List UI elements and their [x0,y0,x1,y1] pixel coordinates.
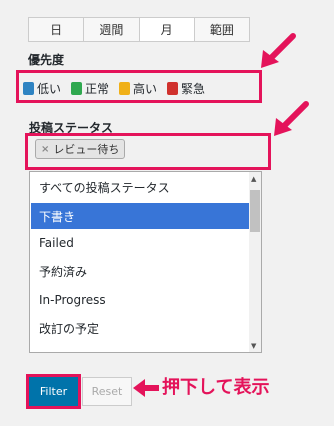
annotation-arrow-top [261,33,296,68]
status-token: × レビュー待ち [35,139,126,159]
list-item[interactable]: すべての投稿ステータス [31,174,250,200]
scroll-up-icon[interactable]: ▲ [251,175,256,183]
priority-option-urgent[interactable]: 緊急 [167,80,205,97]
priority-low-label: 低い [37,81,62,96]
filter-button[interactable]: Filter [29,377,78,406]
priority-label: 優先度 [28,53,65,67]
priority-normal-swatch [71,81,83,95]
tab-range[interactable]: 範囲 [194,17,250,42]
priority-high-swatch [119,81,131,95]
annotation-arrow-left [133,379,159,397]
scroll-thumb[interactable] [250,190,260,232]
tab-day[interactable]: 日 [28,17,85,42]
tab-month[interactable]: 月 [139,17,195,42]
view-tabs: 日 週間 月 範囲 [28,17,250,42]
priority-option-high[interactable]: 高い [119,80,157,97]
reset-button[interactable]: Reset [82,377,132,406]
scroll-down-icon[interactable]: ▼ [251,342,256,350]
priority-urgent-swatch [167,81,179,95]
priority-option-low[interactable]: 低い [23,80,61,97]
priority-urgent-label: 緊急 [181,81,206,96]
list-item[interactable]: Failed [31,230,250,256]
priority-normal-label: 正常 [85,81,110,96]
tab-week[interactable]: 週間 [84,17,140,42]
annotation-note: 押下して表示 [162,377,270,398]
priority-high-label: 高い [133,81,158,96]
annotation-arrow-middle [274,101,309,136]
list-item[interactable]: In-Progress [31,287,250,313]
priority-option-normal[interactable]: 正常 [71,80,109,97]
list-item[interactable]: 下書き [31,203,250,229]
priority-options: 低い 正常 高い 緊急 [23,75,256,101]
list-item[interactable]: 予約済み [31,258,250,284]
list-item[interactable]: 改訂の予定 [31,315,250,341]
remove-token-icon[interactable]: × [41,144,49,155]
status-select[interactable]: × レビュー待ち [29,136,268,167]
status-dropdown-list: すべての投稿ステータス 下書き Failed 予約済み In-Progress … [29,171,262,353]
priority-low-swatch [23,81,34,95]
status-token-label: レビュー待ち [53,143,120,156]
list-scrollbar[interactable]: ▲ ▼ [249,172,261,352]
